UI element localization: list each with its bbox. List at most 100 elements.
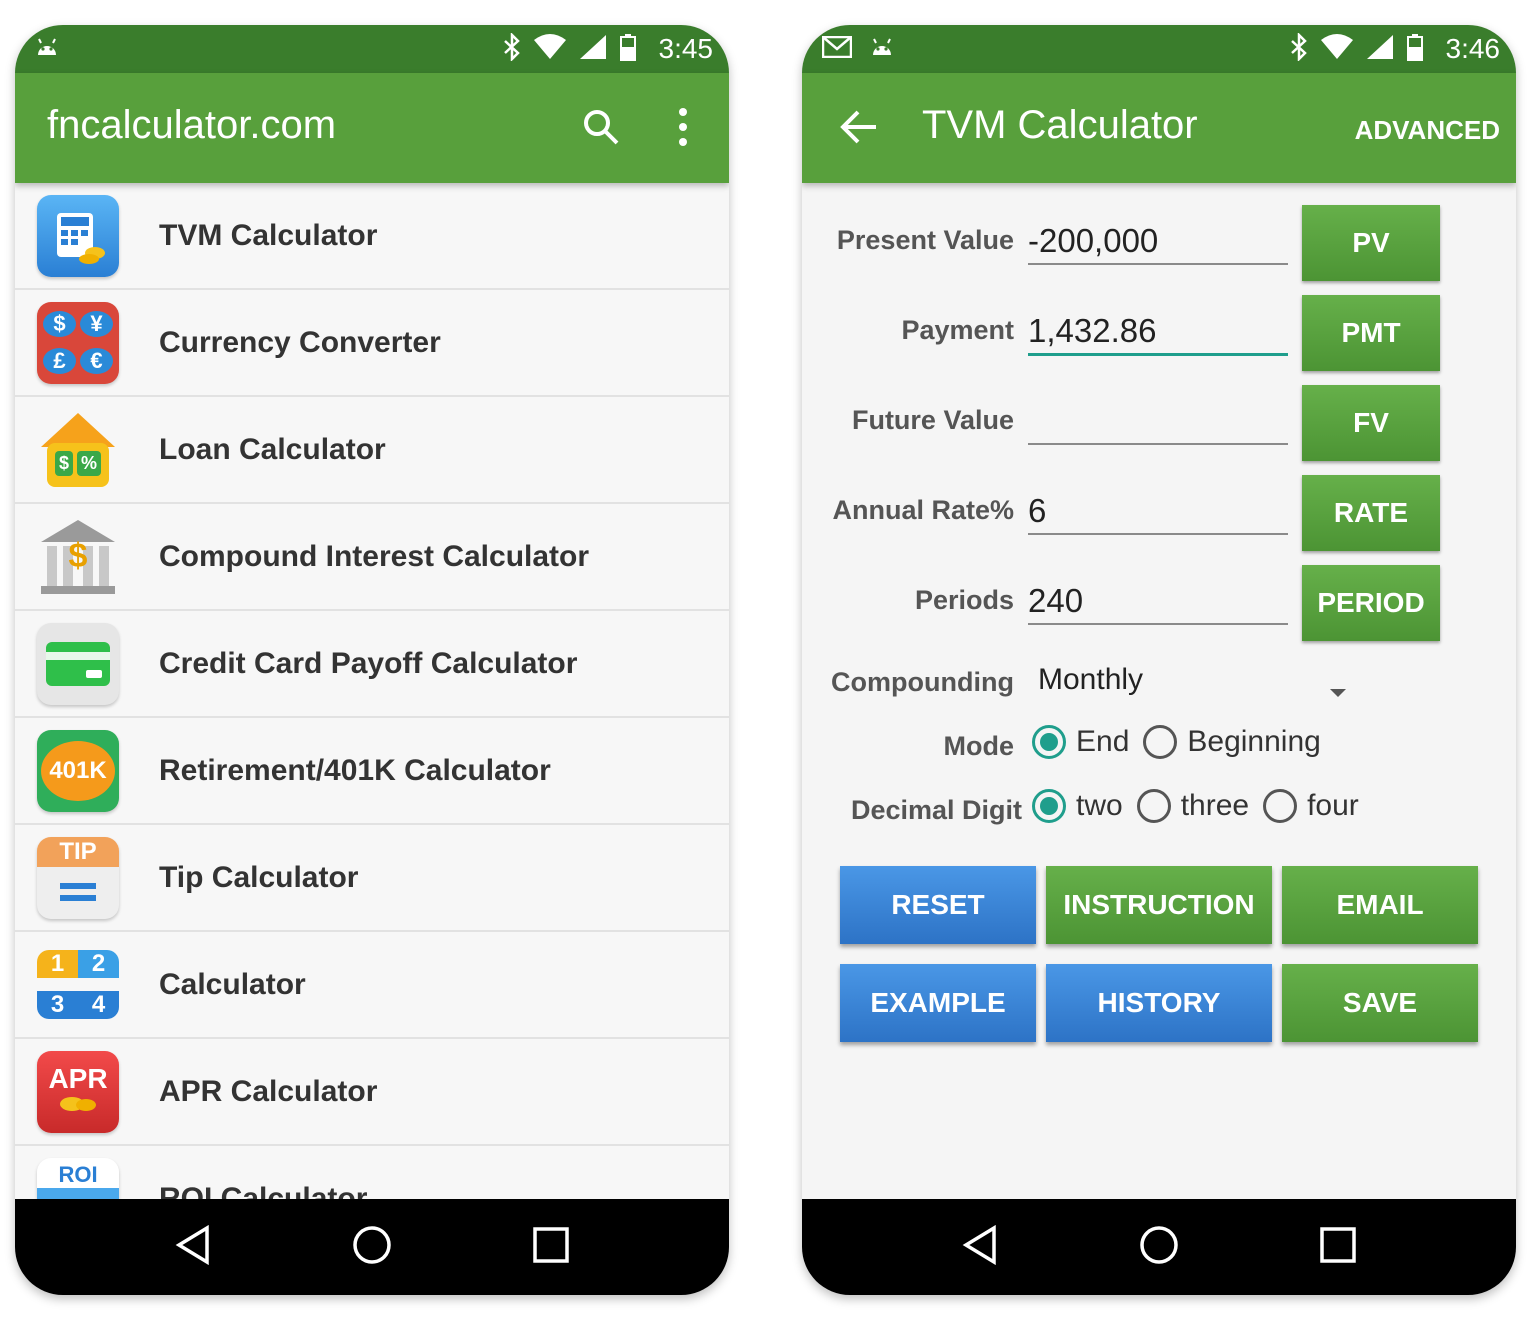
- payment-input[interactable]: 1,432.86: [1028, 309, 1288, 356]
- instruction-button[interactable]: INSTRUCTION: [1046, 866, 1272, 944]
- tvm-form: Present Value -200,000 PV Payment 1,432.…: [802, 183, 1516, 1199]
- roi-icon: ROI: [37, 1157, 119, 1199]
- percent-glyph: %: [77, 451, 102, 476]
- battery-icon: [619, 33, 637, 66]
- dropdown-arrow-icon: [1328, 673, 1348, 707]
- list-item-tip[interactable]: TIP Tip Calculator: [15, 825, 729, 932]
- annual-rate-input[interactable]: 6: [1028, 489, 1288, 535]
- pv-button[interactable]: PV: [1302, 205, 1440, 281]
- list-item-credit-card[interactable]: Credit Card Payoff Calculator: [15, 611, 729, 718]
- app-title: fncalculator.com: [47, 103, 337, 147]
- currency-converter-icon: $ ¥ £ €: [37, 301, 119, 384]
- save-button[interactable]: SAVE: [1282, 964, 1478, 1042]
- wifi-icon: [1320, 34, 1354, 65]
- list-item-label: Calculator: [159, 967, 306, 1001]
- status-time: 3:46: [1445, 33, 1501, 64]
- status-bar: 3:45: [15, 25, 729, 73]
- mode-beginning-radio[interactable]: [1143, 725, 1178, 759]
- retirement-401k-glyph: 401K: [41, 740, 115, 801]
- bluetooth-icon: [503, 31, 521, 66]
- gmail-notification-icon: [821, 35, 853, 63]
- mode-radio-group: End Beginning: [1032, 725, 1335, 759]
- phone-left: 3:45 fncalculator.com TVM Calculator $ ¥…: [15, 25, 729, 1295]
- example-button[interactable]: EXAMPLE: [840, 964, 1036, 1042]
- wifi-icon: [533, 34, 567, 65]
- periods-input[interactable]: 240: [1028, 579, 1288, 625]
- decimal-two-radio[interactable]: [1032, 789, 1066, 823]
- pmt-button[interactable]: PMT: [1302, 295, 1440, 371]
- history-button[interactable]: HISTORY: [1046, 964, 1272, 1042]
- apr-icon: APR: [37, 1050, 119, 1133]
- home-nav-icon[interactable]: [352, 1225, 392, 1270]
- radio-label: End: [1076, 725, 1130, 758]
- list-item-label: Retirement/401K Calculator: [159, 753, 551, 787]
- recents-nav-icon[interactable]: [1319, 1226, 1356, 1268]
- bank-icon: $: [37, 516, 119, 598]
- fv-button[interactable]: FV: [1302, 385, 1440, 461]
- mode-end-radio[interactable]: [1032, 725, 1066, 759]
- android-notification-icon: [870, 35, 894, 64]
- digit-1-glyph: 1: [37, 950, 78, 978]
- list-item-apr[interactable]: APR APR Calculator: [15, 1039, 729, 1146]
- retirement-401k-icon: 401K: [37, 729, 119, 812]
- field-label: Payment: [901, 315, 1014, 345]
- app-title: TVM Calculator: [922, 103, 1198, 147]
- pound-glyph: £: [43, 348, 76, 374]
- digit-4-glyph: 4: [78, 991, 119, 1019]
- signal-icon: [579, 34, 607, 65]
- battery-icon: [1406, 33, 1424, 66]
- list-item-label: Credit Card Payoff Calculator: [159, 646, 578, 680]
- period-button[interactable]: PERIOD: [1302, 565, 1440, 641]
- credit-card-icon: [37, 622, 119, 705]
- decimal-digit-label: Decimal Digit: [850, 795, 1022, 825]
- app-bar: fncalculator.com: [15, 73, 729, 183]
- field-label: Annual Rate%: [832, 495, 1014, 525]
- decimal-four-radio[interactable]: [1263, 789, 1298, 823]
- list-item-calculator[interactable]: 1 2 3 4 Calculator: [15, 932, 729, 1039]
- compounding-label: Compounding: [831, 667, 1014, 697]
- list-item-label: ROI Calculator: [159, 1181, 368, 1200]
- rate-button[interactable]: RATE: [1302, 475, 1440, 551]
- advanced-button[interactable]: ADVANCED: [1355, 115, 1500, 146]
- apr-glyph: APR: [48, 1062, 108, 1094]
- field-label: Future Value: [851, 405, 1014, 435]
- list-item-loan[interactable]: $ % Loan Calculator: [15, 397, 729, 504]
- list-item-roi[interactable]: ROI ROI Calculator: [15, 1146, 729, 1199]
- decimal-three-radio[interactable]: [1136, 789, 1171, 823]
- yen-glyph: ¥: [80, 311, 113, 337]
- recents-nav-icon[interactable]: [532, 1226, 569, 1268]
- status-time: 3:45: [658, 33, 714, 64]
- email-button[interactable]: EMAIL: [1282, 866, 1478, 944]
- roi-glyph: ROI: [58, 1161, 98, 1187]
- present-value-input[interactable]: -200,000: [1028, 219, 1288, 265]
- field-label: Present Value: [836, 225, 1014, 255]
- android-notification-icon: [35, 35, 59, 64]
- future-value-input[interactable]: [1028, 399, 1288, 445]
- list-item-label: Currency Converter: [159, 325, 441, 359]
- digit-3-glyph: 3: [37, 991, 78, 1019]
- list-item-compound[interactable]: $ Compound Interest Calculator: [15, 504, 729, 611]
- signal-icon: [1366, 34, 1394, 65]
- compounding-select[interactable]: Monthly: [1038, 663, 1348, 703]
- overflow-menu-icon[interactable]: [675, 105, 691, 154]
- radio-label: two: [1076, 789, 1123, 822]
- decimal-radio-group: two three four: [1032, 789, 1373, 823]
- search-icon[interactable]: [581, 107, 621, 152]
- list-item-currency[interactable]: $ ¥ £ € Currency Converter: [15, 290, 729, 397]
- back-arrow-icon[interactable]: [840, 109, 878, 150]
- list-item-label: Tip Calculator: [159, 860, 359, 894]
- euro-glyph: €: [80, 348, 113, 374]
- phone-right: 3:46 TVM Calculator ADVANCED Present Val…: [802, 25, 1516, 1295]
- calculator-icon: 1 2 3 4: [37, 944, 119, 1026]
- back-nav-icon[interactable]: [962, 1224, 998, 1270]
- reset-button[interactable]: RESET: [840, 866, 1036, 944]
- app-bar: TVM Calculator ADVANCED: [802, 73, 1516, 183]
- home-nav-icon[interactable]: [1139, 1225, 1179, 1270]
- list-item-label: Loan Calculator: [159, 432, 386, 466]
- tip-icon: TIP: [37, 836, 119, 919]
- bluetooth-icon: [1290, 31, 1308, 66]
- tvm-calculator-icon: [37, 194, 119, 277]
- back-nav-icon[interactable]: [175, 1224, 211, 1270]
- list-item-tvm[interactable]: TVM Calculator: [15, 183, 729, 290]
- list-item-retirement[interactable]: 401K Retirement/401K Calculator: [15, 718, 729, 825]
